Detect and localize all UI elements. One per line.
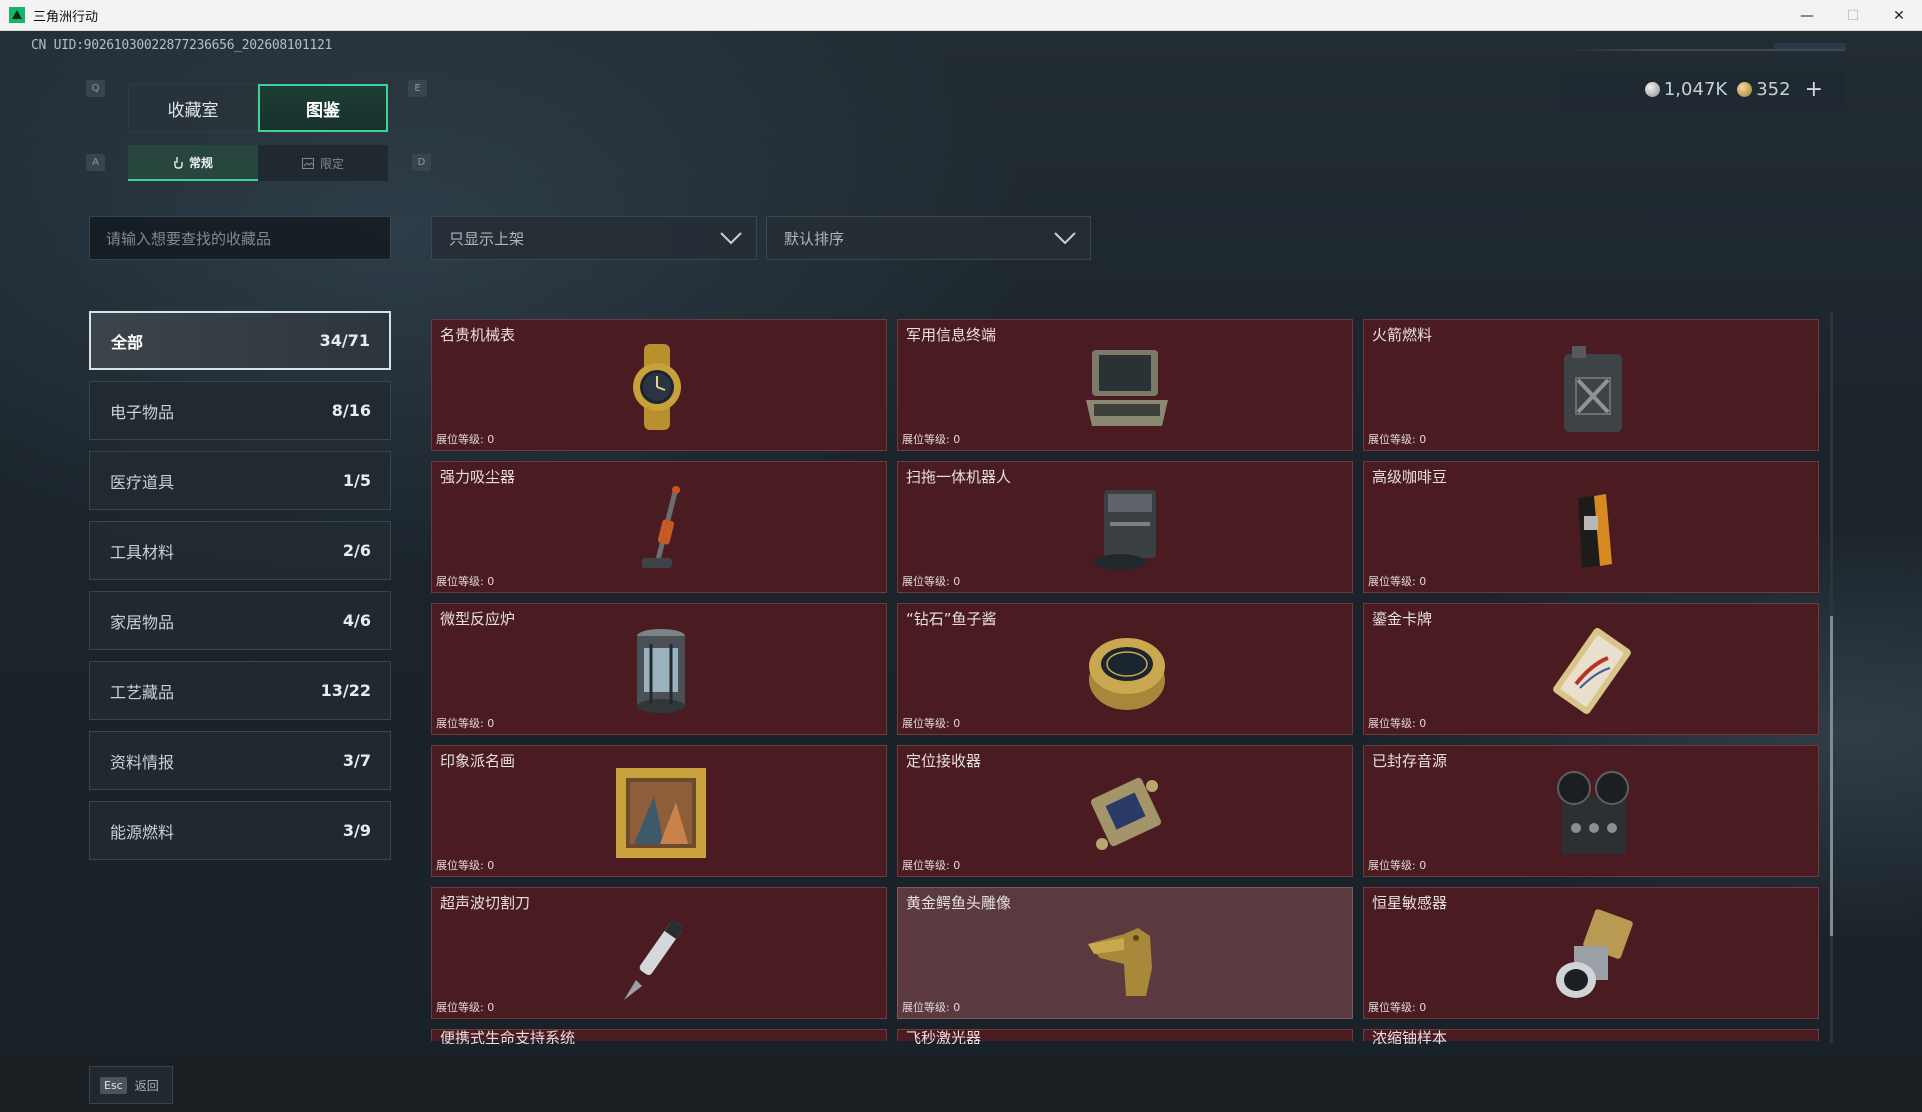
item-grid: 名贵机械表 展位等级: 0 军用信息终端 展位等级: 0 火箭燃料 展位等级: …: [431, 319, 1822, 1044]
maximize-button[interactable]: ☐: [1830, 0, 1876, 31]
coffee-bag-icon: [1578, 494, 1612, 568]
robot-vacuum-icon: [1094, 490, 1156, 570]
collectible-search-input[interactable]: 请输入想要查找的收藏品: [89, 216, 391, 260]
close-button[interactable]: ✕: [1876, 0, 1922, 31]
back-label: 返回: [134, 1078, 159, 1093]
tab-catalog[interactable]: 图鉴: [258, 84, 388, 132]
item-card[interactable]: 浓缩铀样本: [1363, 1029, 1819, 1044]
category-intel[interactable]: 资料情报 3/7: [89, 731, 391, 790]
item-card[interactable]: 名贵机械表 展位等级: 0: [431, 319, 887, 451]
bottom-bar: [0, 1056, 1922, 1112]
item-card[interactable]: 超声波切割刀 展位等级: 0: [431, 887, 887, 1019]
item-card[interactable]: 已封存音源 展位等级: 0: [1363, 745, 1819, 877]
receiver-icon: [1090, 777, 1162, 850]
key-hint-e: E: [408, 80, 427, 97]
cutter-icon: [624, 919, 684, 1000]
terminal-icon: [1086, 350, 1168, 426]
decorative-tag: [1774, 43, 1846, 49]
user-uid: CN UID:90261030022877236656_202608101121: [31, 38, 333, 53]
item-card[interactable]: 印象派名画 展位等级: 0: [431, 745, 887, 877]
category-list: 全部 34/71 电子物品 8/16 医疗道具 1/5 工具材料 2/6 家居物品 4/6…: [89, 311, 391, 871]
gold-coin-icon: [1737, 81, 1753, 97]
chevron-down-icon: [1054, 232, 1076, 245]
esc-key-hint: Esc: [100, 1076, 127, 1094]
add-currency-button[interactable]: +: [1805, 77, 1823, 102]
image-icon: [301, 157, 314, 169]
main-tabs: 收藏室 图鉴: [128, 84, 388, 132]
scrollbar-thumb[interactable]: [1830, 616, 1833, 936]
back-button[interactable]: Esc 返回: [89, 1066, 173, 1104]
currency-bar: 1,047K 352 +: [1562, 71, 1845, 107]
sort-dropdown[interactable]: 默认排序: [766, 216, 1091, 260]
app-logo-icon: [9, 7, 25, 23]
sub-tabs: 常规 限定: [128, 145, 388, 181]
gold-balance: 352: [1737, 79, 1791, 100]
item-card[interactable]: 火箭燃料 展位等级: 0: [1363, 319, 1819, 451]
item-card[interactable]: 军用信息终端 展位等级: 0: [897, 319, 1353, 451]
key-hint-q: Q: [86, 80, 105, 97]
item-card[interactable]: 微型反应炉 展位等级: 0: [431, 603, 887, 735]
category-medical[interactable]: 医疗道具 1/5: [89, 451, 391, 510]
croc-statue-icon: [1088, 928, 1152, 996]
category-tools[interactable]: 工具材料 2/6: [89, 521, 391, 580]
category-energy[interactable]: 能源燃料 3/9: [89, 801, 391, 860]
item-card[interactable]: 飞秒激光器: [897, 1029, 1353, 1044]
window-title: 三角洲行动: [33, 9, 99, 25]
item-card[interactable]: 鎏金卡牌 展位等级: 0: [1363, 603, 1819, 735]
hand-icon: [174, 156, 183, 169]
minimize-button[interactable]: —: [1784, 0, 1830, 31]
watch-icon: [633, 344, 681, 430]
item-card[interactable]: 强力吸尘器 展位等级: 0: [431, 461, 887, 593]
silver-coin-icon: [1644, 81, 1660, 97]
reel-recorder-icon: [1557, 771, 1629, 854]
window-titlebar: 三角洲行动 — ☐ ✕: [0, 0, 1922, 31]
subtab-regular[interactable]: 常规: [128, 145, 258, 181]
category-all[interactable]: 全部 34/71: [89, 311, 391, 370]
item-grid-viewport: 名贵机械表 展位等级: 0 军用信息终端 展位等级: 0 火箭燃料 展位等级: …: [431, 319, 1822, 1044]
tab-collection-room[interactable]: 收藏室: [128, 84, 258, 132]
key-hint-a: A: [86, 154, 105, 171]
item-card[interactable]: 定位接收器 展位等级: 0: [897, 745, 1353, 877]
item-card[interactable]: 便携式生命支持系统: [431, 1029, 887, 1044]
fuel-can-icon: [1564, 346, 1622, 432]
painting-icon: [616, 768, 706, 858]
chevron-down-icon: [720, 232, 742, 245]
gold-card-icon: [1553, 628, 1631, 714]
category-crafts[interactable]: 工艺藏品 13/22: [89, 661, 391, 720]
decorative-line: [1562, 49, 1845, 51]
item-card[interactable]: “钻石”鱼子酱 展位等级: 0: [897, 603, 1353, 735]
item-card[interactable]: 高级咖啡豆 展位等级: 0: [1363, 461, 1819, 593]
category-household[interactable]: 家居物品 4/6: [89, 591, 391, 650]
star-sensor-icon: [1556, 909, 1633, 998]
key-hint-d: D: [412, 154, 431, 171]
item-card[interactable]: 扫拖一体机器人 展位等级: 0: [897, 461, 1353, 593]
silver-balance: 1,047K: [1644, 79, 1727, 100]
item-card[interactable]: 黄金鳄鱼头雕像 展位等级: 0: [897, 887, 1353, 1019]
vacuum-icon: [642, 486, 680, 568]
game-viewport: CN UID:90261030022877236656_202608101121…: [0, 31, 1922, 1112]
category-electronics[interactable]: 电子物品 8/16: [89, 381, 391, 440]
reactor-icon: [637, 629, 685, 713]
subtab-limited[interactable]: 限定: [258, 145, 388, 181]
item-card[interactable]: 恒星敏感器 展位等级: 0: [1363, 887, 1819, 1019]
caviar-tin-icon: [1089, 638, 1165, 710]
filter-dropdown[interactable]: 只显示上架: [431, 216, 757, 260]
